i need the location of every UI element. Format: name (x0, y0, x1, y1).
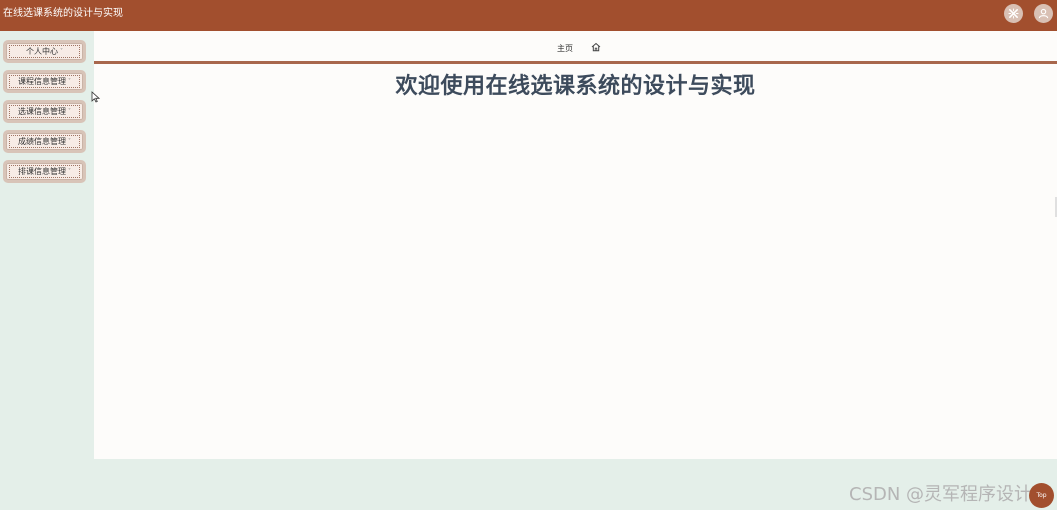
sidebar-item-schedule-info[interactable]: 排课信息管理 ˅ (3, 160, 86, 183)
top-bar: 在线选课系统的设计与实现 (0, 0, 1057, 31)
sidebar-item-label: 成绩信息管理 (18, 137, 66, 146)
sidebar-item-frame: 选课信息管理 ˅ (9, 105, 80, 118)
main-content: 主页 欢迎使用在线选课系统的设计与实现 (94, 31, 1057, 459)
sidebar-item-selection-info[interactable]: 选课信息管理 ˅ (3, 100, 86, 123)
sidebar-item-label: 选课信息管理 (18, 107, 66, 116)
welcome-heading: 欢迎使用在线选课系统的设计与实现 (395, 74, 756, 99)
sidebar-item-course-info[interactable]: 课程信息管理 ˅ (3, 70, 86, 93)
chevron-down-icon: ˅ (68, 138, 71, 145)
sidebar-item-frame: 课程信息管理 ˅ (9, 75, 80, 88)
sidebar-item-personal-center[interactable]: 个人中心 ˅ (3, 40, 86, 63)
close-glyph (1008, 8, 1019, 19)
chevron-down-icon: ˅ (68, 168, 71, 175)
sidebar-item-frame: 个人中心 ˅ (9, 45, 80, 58)
breadcrumb-home-link[interactable]: 主页 (557, 43, 573, 54)
sidebar-item-label: 课程信息管理 (18, 77, 66, 86)
sidebar: 个人中心 ˅ 课程信息管理 ˅ 选课信息管理 ˅ 成绩信息管理 ˅ 排课信息管理… (0, 31, 94, 459)
chevron-down-icon: ˅ (68, 78, 71, 85)
watermark: CSDN @灵军程序设计 (849, 484, 1033, 505)
close-icon[interactable] (1004, 4, 1023, 23)
sidebar-item-frame: 成绩信息管理 ˅ (9, 135, 80, 148)
breadcrumb: 主页 (94, 31, 1057, 64)
mouse-cursor-icon (91, 91, 100, 103)
user-avatar-icon[interactable] (1034, 4, 1053, 23)
sidebar-item-label: 排课信息管理 (18, 167, 66, 176)
sidebar-item-frame: 排课信息管理 ˅ (9, 165, 80, 178)
sidebar-item-label: 个人中心 (26, 47, 58, 56)
user-glyph (1038, 8, 1049, 19)
chevron-down-icon: ˅ (68, 108, 71, 115)
back-to-top-button[interactable]: Top (1029, 483, 1054, 508)
home-icon[interactable] (591, 42, 601, 52)
sidebar-item-grade-info[interactable]: 成绩信息管理 ˅ (3, 130, 86, 153)
chevron-down-icon: ˅ (60, 48, 63, 55)
app-title: 在线选课系统的设计与实现 (3, 8, 123, 19)
